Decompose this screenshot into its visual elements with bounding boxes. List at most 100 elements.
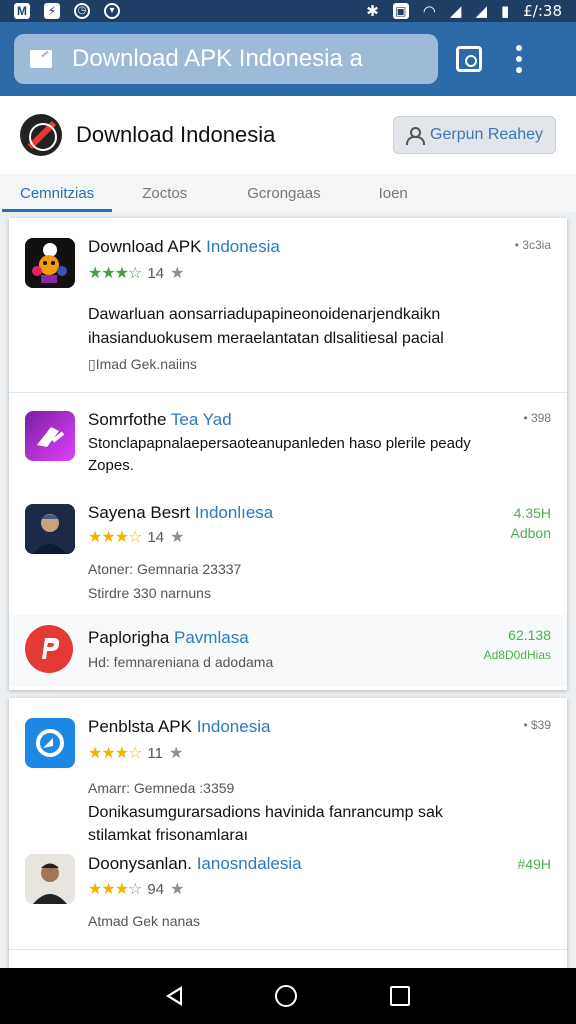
rating-count: 11 (147, 745, 163, 762)
app-title[interactable]: Penblsta APK Indonesia (88, 717, 270, 737)
app-description-line: Dawarluan aonsarriadupapineonoidenarjend… (88, 306, 441, 323)
star-icon: ★ (170, 881, 184, 898)
app-icon-p (25, 625, 73, 673)
star-half-icon: ☆ (128, 265, 142, 282)
status-bar: M ⚡ ◷ ▾ ✱ ▣ ◠ ◢ ◢ ▮ £/:38 (0, 0, 576, 22)
app-icon-chef (25, 238, 75, 288)
list-item[interactable]: Doonysanlan. Ianosndalesia ★★★☆ 94 ★ #49H … (9, 848, 567, 948)
page-icon (30, 50, 52, 68)
wifi-icon: ◠ (422, 3, 436, 20)
item-side-value: 4.35H Adbon (511, 503, 551, 543)
header-account-button[interactable]: Gerpun Reahey (393, 116, 556, 154)
side-value-line: 62.138 (508, 627, 551, 643)
tabs-icon (456, 46, 482, 72)
app-name-accent: Ianosndalesia (196, 854, 302, 873)
tab-2[interactable]: Gcrongaas (247, 174, 320, 212)
app-name: Download APK (88, 237, 202, 256)
signal-icon-2: ◢ (475, 3, 487, 20)
app-name: Sayena Besrt (88, 503, 191, 522)
star-icon: ★★★ (88, 745, 129, 762)
site-logo[interactable] (20, 114, 62, 156)
star-half-icon: ☆ (128, 881, 142, 898)
app-name-accent: Tea Yad (170, 410, 232, 429)
tab-label: Cemnitzias (20, 184, 95, 202)
browser-toolbar: Download APK Indonesia a (0, 22, 576, 96)
site-header: Download Indonesia Gerpun Reahey (0, 96, 576, 174)
tab-label: Gcrongaas (247, 184, 321, 202)
app-name-accent: Indonesia (206, 237, 280, 256)
more-vert-icon (516, 45, 522, 73)
shield-icon: ▾ (104, 3, 120, 19)
list-item[interactable]: Somrfothe Tea Yad • 398 Stonclapapnalaep… (9, 393, 567, 479)
item-side-label: • 398 (523, 411, 551, 425)
star-half-icon: ☆ (128, 529, 142, 546)
menu-button[interactable] (482, 37, 526, 81)
list-item[interactable]: Penblsta APK Indonesia ★★★☆ 11 ★ • $39 Ama… (9, 698, 567, 848)
person-icon (406, 127, 426, 145)
tab-3[interactable]: Ioen (379, 174, 408, 212)
item-side-label: • $39 (523, 718, 551, 732)
item-side-value: 62.138 Ad8D0dHias (484, 625, 551, 665)
address-bar[interactable]: Download APK Indonesia a (14, 34, 438, 84)
app-name-accent: Indonesia (196, 717, 271, 736)
app-meta-text: Hd: femnareniana d adodama (88, 654, 274, 670)
status-time: £/:38 (523, 2, 562, 20)
mail-icon: M (14, 3, 30, 19)
star-icon: ★★★ (88, 529, 129, 546)
app-description-line: Zopes. (88, 457, 134, 474)
system-nav-bar (0, 968, 576, 1024)
app-description-line: Stonclapapnalaepersaoteanupanleden haso … (88, 435, 471, 452)
rating-count: 14 (147, 529, 165, 546)
tab-label: Ioen (378, 184, 408, 202)
app-icon-portrait (25, 854, 75, 904)
app-icon-person (25, 504, 75, 554)
app-icon-brush (25, 411, 75, 461)
item-side-value: #49H (517, 856, 551, 872)
star-half-icon: ☆ (128, 745, 142, 762)
app-meta-text: Stirdre 330 narnuns (88, 585, 211, 601)
tab-0[interactable]: Cemnitzias (1, 174, 113, 212)
list-item[interactable]: Paplorigha Pavmlasa Hd: femnareniana d a… (9, 615, 567, 687)
battery-icon: ▮ (500, 3, 510, 20)
app-list-card: Download APK Indonesia ★★★☆ 14 ★ • 3c3ia D… (9, 218, 567, 690)
star-icon: ★ (168, 745, 183, 762)
address-bar-text: Download APK Indonesia a (72, 45, 363, 72)
item-side-label: • 3c3ia (514, 238, 551, 252)
app-meta: ▯Imad Gek.naiins (88, 356, 197, 373)
tab-1[interactable]: Zoctos (142, 174, 187, 212)
back-icon[interactable] (166, 986, 183, 1006)
app-name: Somrfothe (88, 410, 167, 429)
star-icon: ★ (170, 265, 184, 282)
divider (9, 949, 567, 950)
app-title[interactable]: Somrfothe Tea Yad (88, 410, 232, 430)
tabs-button[interactable] (438, 37, 482, 81)
signal-icon: ◢ (449, 3, 462, 20)
app-meta-text: Atmad Gek nanas (88, 913, 201, 929)
category-tabs: Cemnitzias Zoctos Gcrongaas Ioen (0, 174, 576, 212)
app-meta-text: Atoner: Gemnaria 23337 (88, 561, 242, 577)
star-icon: ★ (170, 529, 184, 546)
flash-icon: ⚡ (44, 3, 60, 19)
app-description-line: stilamkat frisonamlaraı (88, 827, 249, 844)
star-icon: ★★★ (88, 265, 129, 282)
app-title[interactable]: Download APK Indonesia (88, 237, 280, 257)
app-name: Paplorigha (88, 628, 170, 647)
app-title[interactable]: Doonysanlan. Ianosndalesia (88, 854, 302, 874)
app-title[interactable]: Sayena Besrt Indonlıesa (88, 503, 273, 523)
list-item[interactable]: Download APK Indonesia ★★★☆ 14 ★ • 3c3ia D… (9, 218, 567, 392)
app-description-line: ihasianduokusem meraelantatan dlsalities… (88, 330, 444, 347)
vibrate-icon: ▣ (392, 3, 409, 19)
site-title: Download Indonesia (76, 122, 276, 147)
rating: ★★★☆ 94 ★ (88, 879, 184, 899)
list-item[interactable]: Sayena Besrt Indonlıesa ★★★☆ 14 ★ 4.35H Ad… (9, 494, 567, 614)
app-title[interactable]: Paplorigha Pavmlasa (88, 628, 249, 648)
rating: ★★★☆ 14 ★ (88, 263, 184, 283)
home-icon[interactable] (274, 985, 297, 1007)
rating-count: 94 (147, 881, 165, 898)
star-icon: ★★★ (88, 881, 129, 898)
recents-icon[interactable] (389, 986, 410, 1006)
app-name: Penblsta APK (88, 717, 192, 736)
app-meta-text: Imad Gek.naiins (95, 356, 197, 372)
side-value-line: Ad8D0dHias (483, 648, 551, 662)
app-list-card: Penblsta APK Indonesia ★★★☆ 11 ★ • $39 Ama… (9, 698, 567, 970)
